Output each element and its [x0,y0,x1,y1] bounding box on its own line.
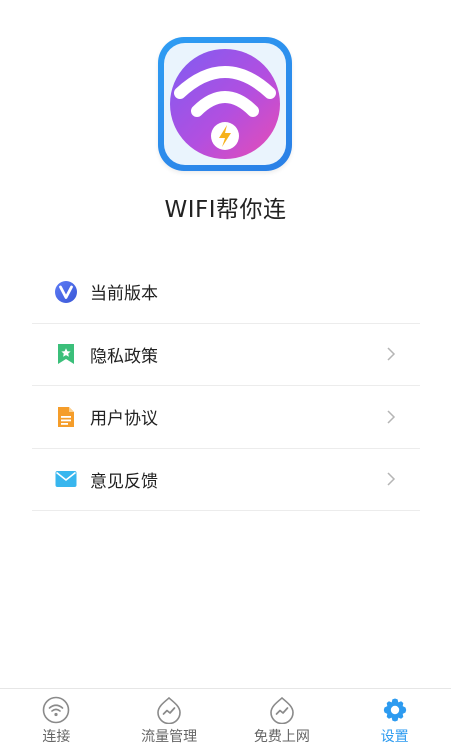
tab-label: 设置 [380,729,409,745]
menu-item-privacy-policy[interactable]: 隐私政策 [32,324,420,386]
menu-item-feedback[interactable]: 意见反馈 [32,449,420,511]
tab-label: 连接 [42,729,71,745]
menu-item-label: 意见反馈 [90,471,158,492]
tab-connect[interactable]: 连接 [0,689,113,748]
wifi-icon [43,696,70,724]
tab-settings[interactable]: 设置 [338,689,451,748]
menu-item-user-agreement[interactable]: 用户协议 [32,386,420,449]
gear-icon [383,698,406,722]
bottom-tab-bar: 连接 流量管理 免费上网 设置 [0,688,451,748]
chevron-right-icon [387,347,396,361]
menu-item-label: 用户协议 [90,409,158,430]
menu-item-version[interactable]: 当前版本 [32,261,420,324]
wifi-logo-icon [170,49,280,159]
app-logo [158,37,292,171]
tab-label: 流量管理 [141,729,198,745]
bookmark-star-icon [58,344,74,365]
menu-item-label: 隐私政策 [90,346,158,367]
tab-label: 免费上网 [253,729,310,745]
version-v-icon [55,280,77,303]
tab-free-internet[interactable]: 免费上网 [226,689,339,748]
envelope-icon [55,471,77,488]
chevron-right-icon [387,472,396,486]
traffic-icon [270,696,294,724]
chevron-right-icon [387,410,396,424]
menu-item-label: 当前版本 [90,284,158,305]
tab-traffic-management[interactable]: 流量管理 [113,689,226,748]
settings-menu: 当前版本 隐私政策 用户协议 意见反馈 [32,261,420,511]
app-name: WIFI帮你连 [164,197,287,223]
document-icon [58,406,74,427]
settings-screen: WIFI帮你连 当前版本 隐私政策 用户协议 意见反馈 连接 流量管理 免费上网… [0,0,451,748]
traffic-icon [157,696,181,724]
